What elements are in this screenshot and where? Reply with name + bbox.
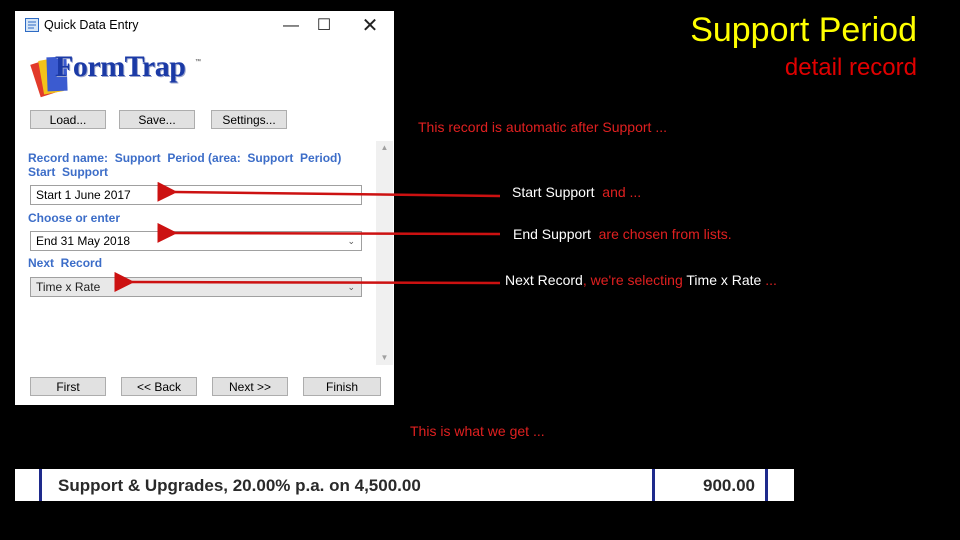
invoice-description: Support & Upgrades, 20.00% p.a. on 4,500…	[58, 476, 421, 495]
note-next-mid: , we're selecting	[582, 272, 687, 288]
note-end-term: End Support	[513, 226, 591, 242]
note-start-support: Start Support and ...	[512, 184, 641, 200]
note-start-rest: and ...	[594, 184, 642, 200]
note-end-rest: are chosen from lists.	[590, 226, 732, 242]
note-start-term: Start Support	[512, 184, 595, 200]
note-end-support: End Support are chosen from lists.	[513, 226, 732, 242]
arrow-end-support	[157, 222, 501, 243]
note-automatic: This record is automatic after Support .…	[418, 119, 667, 135]
note-next-term: Next Record	[505, 272, 583, 288]
note-result: This is what we get ...	[410, 423, 545, 439]
invoice-amount: 900.00	[703, 476, 755, 495]
pointer-arrows	[114, 181, 501, 292]
invoice-line-preview: Support & Upgrades, 20.00% p.a. on 4,500…	[15, 469, 794, 501]
note-next-end: ...	[761, 272, 777, 288]
note-next-record: Next Record, we're selecting Time x Rate…	[505, 272, 777, 288]
arrow-next-record	[114, 271, 501, 292]
arrow-start-support	[157, 181, 501, 202]
invoice-rule	[765, 469, 768, 501]
invoice-rule	[39, 469, 42, 501]
note-next-choice: Time x Rate	[686, 272, 762, 288]
invoice-rule	[652, 469, 655, 501]
